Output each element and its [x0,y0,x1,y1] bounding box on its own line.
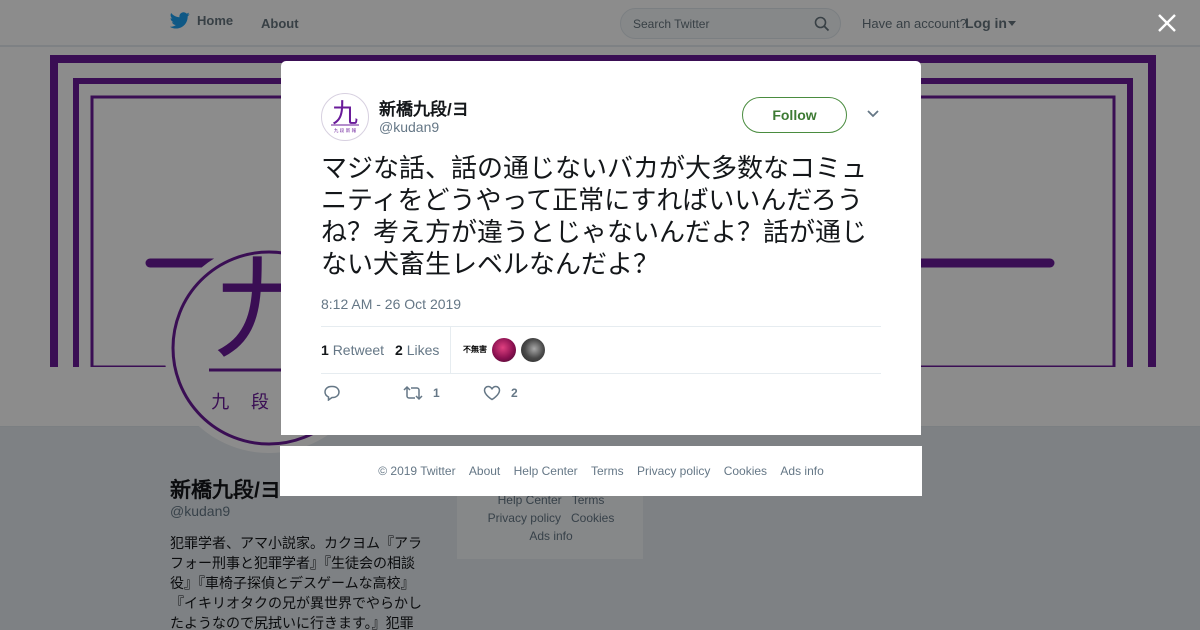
likes-stat[interactable]: 2 Likes [395,342,439,358]
retweet-count: 1 [321,342,329,358]
tweet-modal: 九 九 段 新 報 新橋九段/ヨ @kudan9 Follow マジな話、話の通… [281,61,921,435]
retweet-stat[interactable]: 1 Retweet [321,342,384,358]
tweet-text: マジな話、話の通じないバカが大多数なコミュニティをどうやって正常にすればいいんだ… [321,154,868,280]
like-action-count: 2 [511,386,518,400]
tweet-timestamp[interactable]: 8:12 AM - 26 Oct 2019 [321,296,461,312]
reply-icon [324,385,340,401]
like-button[interactable]: 2 [483,385,518,401]
tweet-author-avatar-subtext: 九 段 新 報 [334,127,357,134]
retweet-action-count: 1 [433,386,440,400]
heart-icon [483,385,501,401]
liker-avatar-text: 不無害 [463,345,487,354]
footer-copyright: © 2019 Twitter [378,464,456,478]
chevron-down-icon[interactable] [866,109,880,119]
footer-links: © 2019 Twitter About Help Center Terms P… [280,464,922,478]
footer-link-about[interactable]: About [469,464,500,478]
footer-link-ads-info[interactable]: Ads info [780,464,823,478]
liker-avatar[interactable]: 不無害 [463,338,489,362]
tweet-author-avatar[interactable]: 九 九 段 新 報 [321,93,369,141]
tweet-actions: 1 2 [321,383,881,409]
likes-stat-label: Likes [406,342,440,358]
modal-footer: © 2019 Twitter About Help Center Terms P… [280,446,922,496]
likes-count: 2 [395,342,403,358]
close-icon[interactable] [1156,12,1178,34]
footer-link-help-center[interactable]: Help Center [514,464,578,478]
follow-button[interactable]: Follow [742,97,847,133]
footer-link-terms[interactable]: Terms [591,464,624,478]
stats-divider [450,327,451,374]
tweet-author-avatar-graphic: 九 九 段 新 報 [331,99,359,134]
footer-link-cookies[interactable]: Cookies [724,464,767,478]
tweet-author-handle[interactable]: @kudan9 [379,119,439,135]
retweet-button[interactable]: 1 [403,385,440,401]
retweet-stat-label: Retweet [332,342,385,358]
liker-avatar[interactable] [521,338,545,362]
reply-button[interactable] [323,385,341,401]
tweet-author-name[interactable]: 新橋九段/ヨ [379,95,469,120]
tweet-stats: 1 Retweet 2 Likes 不無害 [321,326,881,374]
retweet-icon [403,385,423,401]
liker-avatar[interactable] [492,338,516,362]
footer-link-privacy[interactable]: Privacy policy [637,464,710,478]
